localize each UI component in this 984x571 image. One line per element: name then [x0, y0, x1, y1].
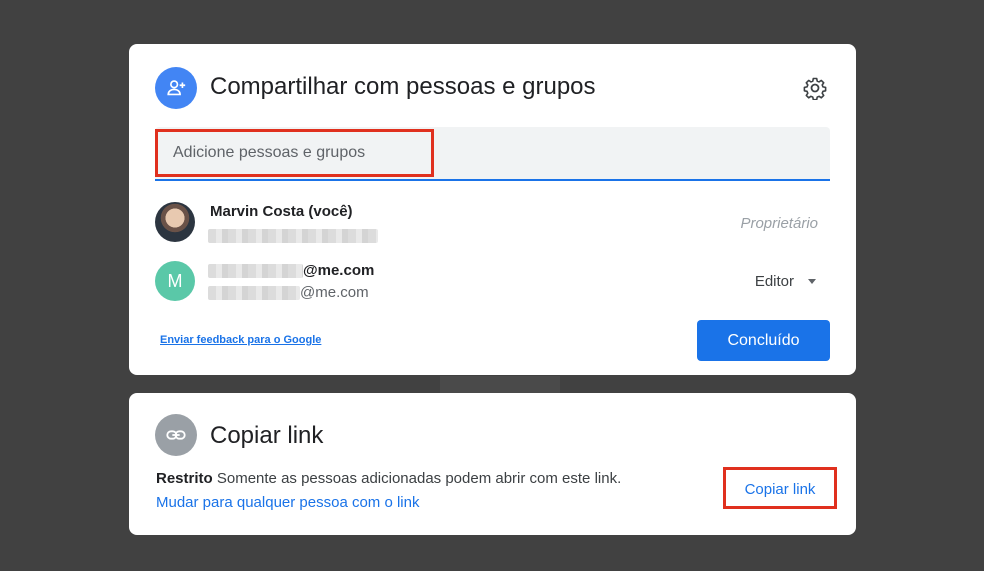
dialog-title: Copiar link [210, 422, 324, 449]
avatar [155, 202, 195, 242]
avatar: M [155, 261, 195, 301]
list-item-editor: M @me.com @me.com Editor [129, 259, 856, 309]
person-email-suffix: @me.com [300, 284, 369, 301]
restriction-label: Restrito [156, 470, 213, 487]
done-button[interactable]: Concluído [697, 320, 830, 361]
link-icon [155, 414, 197, 456]
share-dialog: Compartilhar com pessoas e grupos Marvin… [129, 44, 856, 375]
change-access-link[interactable]: Mudar para qualquer pessoa com o link [156, 494, 419, 511]
person-name-suffix: @me.com [303, 262, 375, 279]
person-add-icon [155, 67, 197, 109]
person-name: @me.com [208, 262, 374, 279]
restriction-info: Restrito Somente as pessoas adicionadas … [156, 470, 621, 487]
feedback-link[interactable]: Enviar feedback para o Google [160, 334, 321, 346]
redacted-email [208, 285, 300, 300]
person-email [208, 229, 378, 243]
person-email: @me.com [208, 284, 369, 301]
gear-icon[interactable] [802, 75, 828, 101]
search-field [155, 127, 830, 181]
search-input[interactable] [173, 127, 813, 179]
role-value: Editor [754, 273, 794, 290]
copy-link-dialog: Copiar link Restrito Somente as pessoas … [129, 393, 856, 535]
dialog-title: Compartilhar com pessoas e grupos [210, 73, 596, 100]
background-shade [440, 376, 560, 394]
redacted-name [208, 263, 303, 278]
restriction-text: Somente as pessoas adicionadas podem abr… [216, 470, 622, 487]
person-name: Marvin Costa (você) [210, 203, 353, 220]
caret-down-icon [808, 279, 816, 284]
role-dropdown[interactable]: Editor [755, 273, 816, 290]
list-item-owner: Marvin Costa (você) Proprietário [129, 200, 856, 250]
copy-link-button[interactable]: Copiar link [725, 469, 835, 509]
redacted-email [208, 229, 378, 243]
role-label: Proprietário [740, 215, 818, 232]
